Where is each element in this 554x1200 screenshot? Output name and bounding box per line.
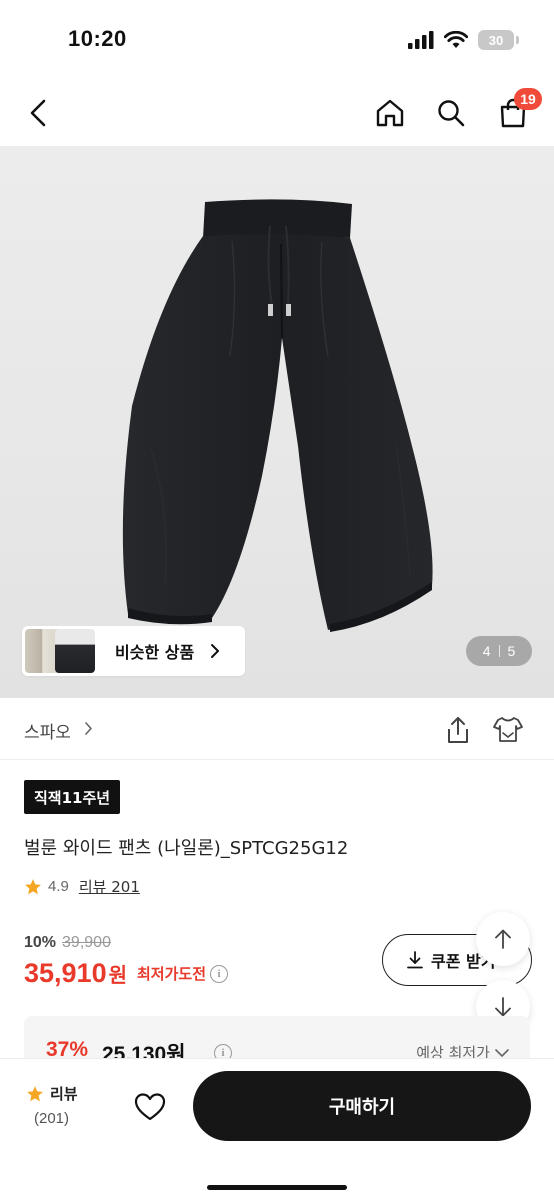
review-summary[interactable]: 리뷰 (201) xyxy=(26,1083,86,1127)
wifi-icon xyxy=(444,31,468,48)
bottom-action-bar: 리뷰 (201) 구매하기 xyxy=(0,1058,554,1200)
product-image-carousel[interactable]: 비슷한 상품 4 5 xyxy=(0,146,554,698)
lowest-price-challenge: 최저가도전 xyxy=(137,965,207,983)
nav-bar: 19 xyxy=(0,80,554,146)
product-photo-pants xyxy=(122,199,433,632)
page-separator xyxy=(498,645,500,657)
review-summary-top: 리뷰 xyxy=(26,1083,86,1104)
review-summary-count: (201) xyxy=(34,1110,70,1127)
wishlist-button[interactable] xyxy=(130,1087,170,1127)
search-button[interactable] xyxy=(428,90,474,136)
star-icon xyxy=(27,1085,43,1101)
info-icon[interactable]: i xyxy=(210,964,229,983)
rating-row: 4.9 리뷰 201 xyxy=(24,876,140,897)
home-button[interactable] xyxy=(367,90,413,136)
home-indicator xyxy=(207,1185,347,1190)
brand-link[interactable]: 스파오 xyxy=(24,718,71,743)
promo-tag: 직잭11주년 xyxy=(24,780,121,814)
chevron-right-icon xyxy=(85,722,92,735)
original-price: 39,900 xyxy=(62,934,111,951)
similar-products-label: 비슷한 상품 xyxy=(115,643,195,662)
page-current: 4 xyxy=(482,643,491,659)
download-icon xyxy=(407,951,423,969)
battery-icon: 30 xyxy=(478,30,519,50)
product-name: 벌룬 와이드 팬츠 (나일론)_SPTCG25G12 xyxy=(24,838,349,859)
fitting-button[interactable] xyxy=(490,712,526,748)
image-page-indicator: 4 5 xyxy=(466,636,532,666)
home-icon xyxy=(376,99,404,127)
rating-value: 4.9 xyxy=(48,878,69,895)
chevron-down-icon xyxy=(495,1049,509,1057)
discount-row: 10% 39,900 xyxy=(24,934,111,952)
arrow-up-icon xyxy=(495,929,511,949)
price-row: 35,910 원 최저가도전 i xyxy=(24,958,229,989)
battery-level: 30 xyxy=(488,32,504,48)
scroll-up-button[interactable] xyxy=(476,912,530,966)
review-count-link[interactable]: 리뷰 201 xyxy=(79,876,140,897)
buy-button[interactable]: 구매하기 xyxy=(193,1071,531,1141)
chevron-right-icon xyxy=(211,644,220,658)
cart-button[interactable]: 19 xyxy=(490,88,542,136)
sale-price: 35,910 xyxy=(24,958,107,988)
price-unit: 원 xyxy=(108,963,127,987)
share-icon xyxy=(448,717,468,743)
status-time: 10:20 xyxy=(68,26,127,51)
discount-percent: 10% xyxy=(24,934,57,951)
heart-icon xyxy=(134,1093,166,1121)
status-bar: 10:20 30 xyxy=(0,0,554,80)
review-summary-label: 리뷰 xyxy=(50,1085,78,1103)
cart-count-badge: 19 xyxy=(514,88,542,110)
similar-thumbnails xyxy=(25,629,95,673)
search-icon xyxy=(438,100,465,127)
share-button[interactable] xyxy=(440,712,476,748)
cellular-signal-icon xyxy=(408,31,434,49)
clothing-hanger-icon xyxy=(493,717,523,742)
status-icons: 30 xyxy=(408,30,519,50)
back-arrow-icon xyxy=(30,99,46,127)
similar-products-button[interactable]: 비슷한 상품 xyxy=(22,626,245,676)
back-button[interactable] xyxy=(16,90,62,136)
page-total: 5 xyxy=(507,643,516,659)
brand-row: 스파오 xyxy=(0,698,554,760)
star-icon xyxy=(25,878,41,894)
arrow-down-icon xyxy=(495,997,511,1017)
similar-thumbnail xyxy=(55,629,95,673)
